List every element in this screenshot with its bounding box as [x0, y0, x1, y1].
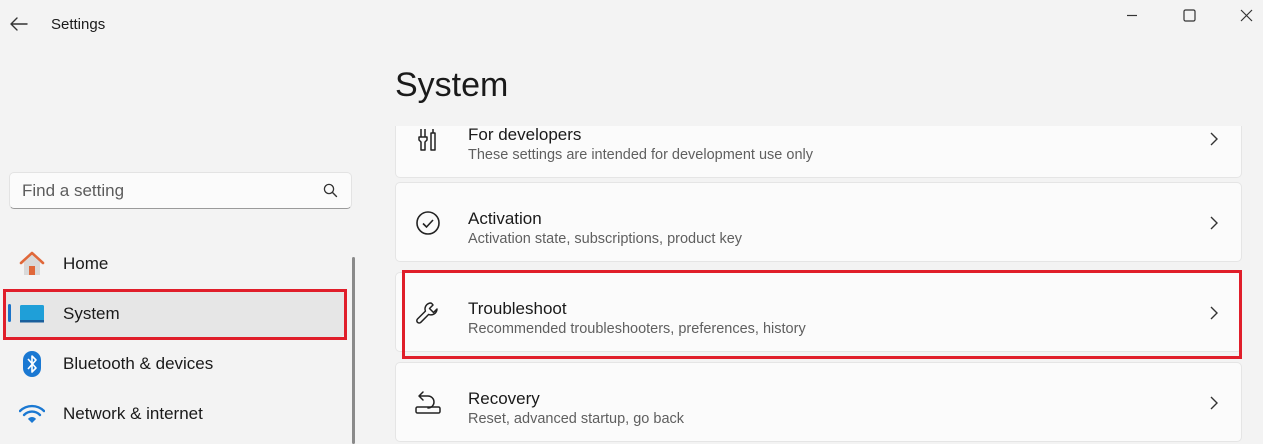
selection-indicator [8, 304, 11, 322]
sidebar-item-network[interactable]: Network & internet [5, 391, 345, 437]
card-recovery[interactable]: Recovery Reset, advanced startup, go bac… [395, 362, 1242, 442]
card-title: Recovery [468, 389, 540, 408]
search-icon[interactable] [309, 173, 351, 208]
sidebar-item-bluetooth[interactable]: Bluetooth & devices [5, 341, 345, 387]
card-clip: For developers These settings are intend… [395, 126, 1242, 178]
close-icon [1240, 9, 1252, 21]
card-title: Activation [468, 209, 542, 228]
sidebar-item-label: System [63, 304, 120, 323]
sidebar-item-label: Bluetooth & devices [63, 354, 214, 373]
card-title: Troubleshoot [468, 299, 567, 318]
chevron-right-icon [1207, 393, 1221, 413]
card-subtitle: These settings are intended for developm… [468, 147, 813, 163]
page-title: System [395, 66, 509, 104]
sidebar-item-label: Network & internet [63, 404, 203, 423]
sidebar-item-home[interactable]: Home [5, 241, 345, 287]
wifi-icon [17, 399, 47, 429]
minimize-icon [1127, 14, 1137, 17]
activation-check-icon [414, 209, 442, 237]
back-button[interactable] [6, 10, 32, 38]
sidebar-item-label: Home [63, 254, 109, 273]
card-subtitle: Activation state, subscriptions, product… [468, 231, 743, 247]
chevron-right-icon [1207, 303, 1221, 323]
card-title: For developers [468, 126, 582, 144]
card-subtitle: Reset, advanced startup, go back [468, 411, 685, 427]
maximize-button[interactable] [1162, 0, 1216, 30]
maximize-icon [1182, 8, 1196, 22]
search-input[interactable] [10, 173, 309, 208]
card-activation[interactable]: Activation Activation state, subscriptio… [395, 182, 1242, 262]
card-subtitle: Recommended troubleshooters, preferences… [468, 321, 806, 337]
system-display-icon [17, 299, 47, 329]
developer-tools-icon [414, 126, 442, 153]
chevron-right-icon [1207, 129, 1221, 149]
bluetooth-icon [17, 349, 47, 379]
card-for-developers[interactable]: For developers These settings are intend… [395, 126, 1242, 178]
sidebar-scrollbar[interactable] [352, 257, 355, 444]
minimize-button[interactable] [1105, 0, 1159, 30]
close-button[interactable] [1219, 0, 1263, 30]
app-title: Settings [51, 16, 106, 33]
wrench-icon [414, 299, 442, 327]
back-arrow-icon [10, 17, 28, 31]
card-troubleshoot[interactable]: Troubleshoot Recommended troubleshooters… [395, 272, 1242, 352]
recovery-icon [414, 389, 442, 417]
sidebar-item-system[interactable]: System [5, 291, 345, 337]
search-box[interactable] [9, 172, 352, 209]
home-icon [17, 249, 47, 279]
chevron-right-icon [1207, 213, 1221, 233]
